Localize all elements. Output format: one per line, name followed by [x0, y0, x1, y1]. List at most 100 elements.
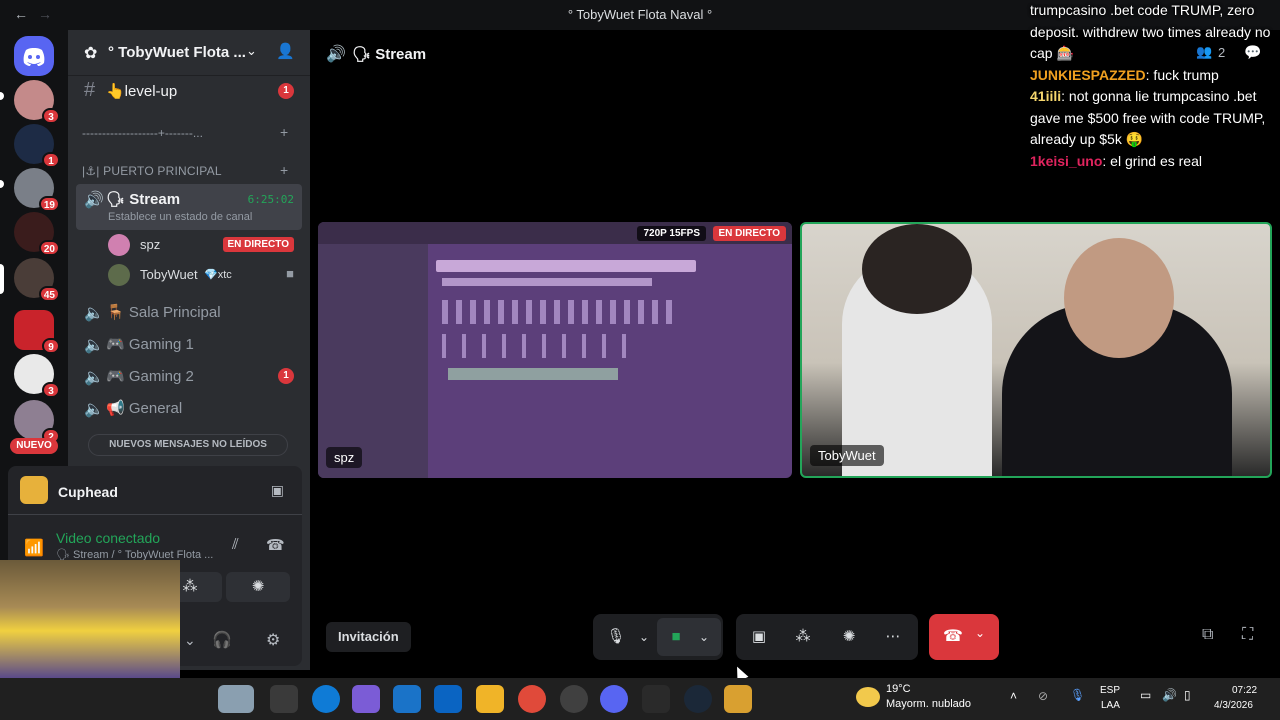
screen-share-tile[interactable]: 720P 15FPS EN DIRECTO spz: [318, 222, 792, 478]
screen: ← → ° TobyWuet Flota Naval ° 3 1 19 20 4…: [0, 0, 1280, 720]
server-icon[interactable]: 45: [14, 258, 60, 302]
daw-pattern: [448, 368, 618, 380]
channel-gaming-1[interactable]: 🔈 🎮 Gaming 1: [76, 328, 302, 360]
cuphead-taskbar-icon[interactable]: [724, 685, 752, 713]
chevron-down-icon[interactable]: ⌄: [693, 626, 715, 648]
settings-gear-icon[interactable]: ⚙: [266, 630, 280, 650]
new-badge[interactable]: NUEVO: [10, 438, 58, 454]
screen-share-icon[interactable]: ▣: [748, 626, 770, 648]
camera-tile[interactable]: TobyWuet: [800, 222, 1272, 478]
divider-channel[interactable]: -------------------+-------...: [82, 126, 203, 140]
plus-icon[interactable]: +: [280, 162, 288, 178]
speaker-icon: 🔊: [84, 192, 104, 209]
server-icon[interactable]: 20: [14, 212, 60, 256]
voice-user[interactable]: spz EN DIRECTO: [108, 231, 302, 259]
soundboard-icon: ✺: [251, 578, 265, 595]
chevron-down-icon[interactable]: ⌄: [633, 626, 655, 648]
chat-text: : not gonna lie trumpcasino .bet gave me…: [1030, 88, 1266, 147]
volume-icon[interactable]: 🔊: [1162, 688, 1177, 702]
video-camera-icon: ■: [671, 628, 681, 645]
edge-browser-icon[interactable]: [312, 685, 340, 713]
channel-stream[interactable]: 🔊 🗣 Stream 6:25:02 Establece un estado d…: [76, 184, 302, 230]
camera-button[interactable]: ■ ⌄: [657, 618, 721, 656]
app-icon[interactable]: [642, 685, 670, 713]
mic-tray-icon[interactable]: 🎙: [1070, 688, 1085, 702]
pop-out-icon[interactable]: ⧉: [1202, 626, 1213, 644]
more-options-icon[interactable]: ⋯: [882, 626, 904, 648]
phone-hangup-icon: ☎: [943, 628, 963, 645]
disconnect-icon[interactable]: ☎: [266, 536, 285, 554]
speaker-icon: 🔈: [84, 369, 104, 386]
soundboard-icon[interactable]: ✺: [838, 626, 860, 648]
ms-store-icon[interactable]: [393, 685, 421, 713]
discord-home-icon[interactable]: [14, 36, 54, 76]
speaker-icon: 🔈: [84, 337, 104, 354]
server-icon[interactable]: 9: [14, 310, 60, 354]
user-name: TobyWuet: [140, 267, 198, 282]
chevron-down-icon[interactable]: ⌄: [975, 626, 985, 640]
hashtag-icon: #: [84, 79, 96, 101]
fullscreen-icon[interactable]: ⛶: [1242, 626, 1253, 644]
taskbar-search-icon[interactable]: [218, 685, 254, 713]
keyboard-language[interactable]: ESP: [1100, 685, 1120, 696]
app-icon[interactable]: [560, 685, 588, 713]
voice-user[interactable]: TobyWuet 💎xtc ■: [108, 261, 302, 289]
battery-icon[interactable]: ▯: [1184, 688, 1191, 702]
task-view-icon[interactable]: [270, 685, 298, 713]
outlook-icon[interactable]: [434, 685, 462, 713]
discord-taskbar-icon[interactable]: [600, 685, 628, 713]
channel-sala-principal[interactable]: 🔈 🪑 Sala Principal: [76, 296, 302, 328]
video-camera-icon: ■: [286, 266, 294, 281]
invite-people-icon[interactable]: 👤: [276, 42, 295, 60]
weather-cloud-icon[interactable]: [856, 687, 880, 707]
channel-status[interactable]: Establece un estado de canal: [108, 211, 252, 223]
plus-icon[interactable]: +: [280, 124, 288, 140]
new-messages-banner[interactable]: NUEVOS MENSAJES NO LEÍDOS: [88, 434, 288, 456]
keyboard-layout[interactable]: LAA: [1101, 700, 1120, 711]
category-header[interactable]: |⚓| PUERTO PRINCIPAL: [82, 164, 222, 178]
server-icon[interactable]: 3: [14, 354, 60, 398]
screen-share-icon[interactable]: ▣: [271, 482, 284, 499]
guild-header[interactable]: ✿ ° TobyWuet Flota ... ⌄ 👤: [68, 30, 310, 76]
weather-temperature[interactable]: 19°C: [886, 683, 911, 695]
disconnect-button[interactable]: ☎ ⌄: [929, 614, 999, 660]
server-icon[interactable]: 1: [14, 124, 60, 168]
game-icon: [20, 476, 48, 504]
activities-icon[interactable]: ⁂: [792, 626, 814, 648]
channel-label: 👆level-up: [106, 83, 178, 100]
daw-pattern: [442, 278, 652, 286]
muted-icon[interactable]: ⊘: [1038, 689, 1048, 703]
game-name: Cuphead: [58, 484, 118, 500]
invite-button[interactable]: Invitación: [326, 622, 411, 652]
chrome-icon[interactable]: [518, 685, 546, 713]
avatar-sticker: [0, 560, 180, 678]
channel-general[interactable]: 🔈 📢 General: [76, 392, 302, 424]
selected-pill: [0, 264, 4, 294]
server-icon[interactable]: 3: [14, 80, 60, 124]
network-icon[interactable]: ▭: [1140, 688, 1151, 702]
chat-text: : fuck trump: [1145, 66, 1219, 83]
channel-level-up[interactable]: # 👆level-up 1: [76, 75, 302, 107]
chevron-down-icon: ⌄: [246, 43, 257, 58]
microphone-icon[interactable]: 🎙: [605, 626, 627, 648]
weather-description[interactable]: Mayorm. nublado: [886, 698, 971, 710]
clock-date[interactable]: 4/3/2026: [1214, 700, 1253, 711]
copilot-icon[interactable]: [352, 685, 380, 713]
soundboard-button[interactable]: ✺: [226, 572, 290, 602]
server-icon[interactable]: 19: [14, 168, 60, 212]
chevron-down-icon[interactable]: ⌄: [184, 632, 196, 649]
tile-name-tag: spz: [326, 447, 363, 468]
unread-pill: [0, 92, 4, 100]
noise-suppression-icon[interactable]: ⫽: [232, 536, 239, 553]
steam-icon[interactable]: [684, 685, 712, 713]
clock-time[interactable]: 07:22: [1232, 685, 1257, 696]
file-explorer-icon[interactable]: [476, 685, 504, 713]
activities-icon: ⁂: [182, 578, 198, 595]
chat-message: 41iili: not gonna lie trumpcasino .bet g…: [1030, 86, 1276, 151]
server-icon[interactable]: 2: [14, 400, 60, 444]
headphones-icon[interactable]: 🎧: [212, 630, 232, 650]
signal-icon: 📶: [24, 540, 44, 557]
tray-chevron-up-icon[interactable]: ˄: [1010, 689, 1017, 703]
voice-connected-status[interactable]: Video conectado: [56, 530, 160, 546]
channel-gaming-2[interactable]: 🔈 🎮 Gaming 2 1: [76, 360, 302, 392]
